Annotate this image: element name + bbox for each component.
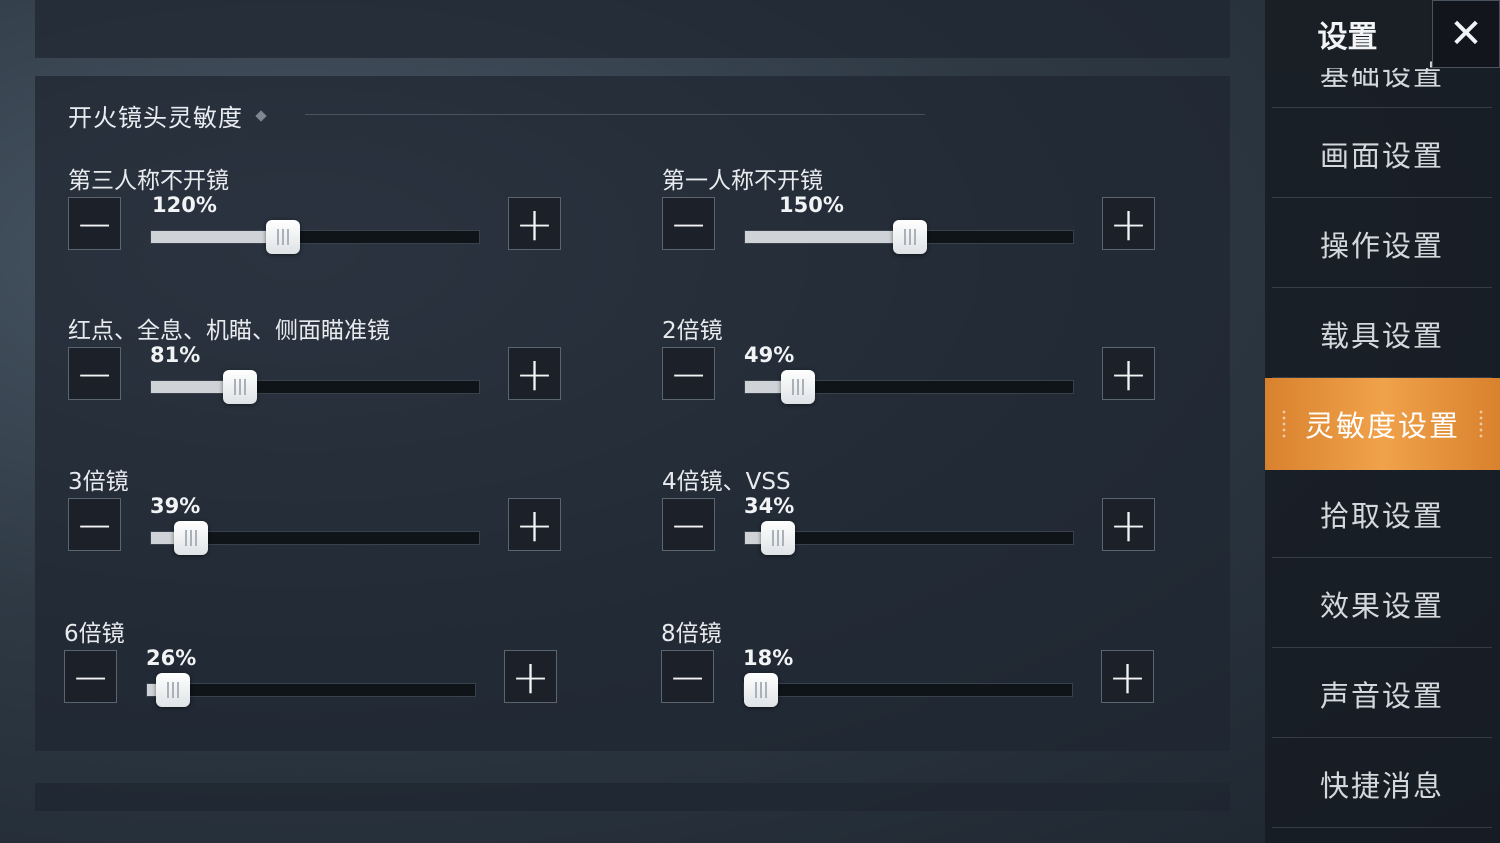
- settings-title: 设置: [1265, 0, 1430, 68]
- slider-thumb[interactable]: [761, 521, 795, 555]
- slider-thumb[interactable]: [893, 220, 927, 254]
- grip-icon: [1478, 409, 1484, 439]
- setting-label: 6倍镜: [64, 621, 125, 647]
- slider-track[interactable]: [744, 521, 1074, 555]
- increase-button[interactable]: +: [508, 197, 561, 250]
- setting-label: 红点、全息、机瞄、侧面瞄准镜: [68, 318, 390, 344]
- setting-red-dot-holo-iron-side: 红点、全息、机瞄、侧面瞄准镜 − 81% +: [68, 311, 568, 431]
- slider-track[interactable]: [146, 673, 476, 707]
- slider-track[interactable]: [743, 673, 1073, 707]
- setting-3x-scope: 3倍镜 − 39% +: [68, 462, 568, 582]
- setting-label: 8倍镜: [661, 621, 722, 647]
- settings-sidebar: 基础设置 设置 ✕ 画面设置 操作设置 载具设置 灵敏度设置 拾取设置 效果设置…: [1265, 0, 1500, 843]
- increase-button[interactable]: +: [1102, 197, 1155, 250]
- setting-label: 3倍镜: [68, 469, 129, 495]
- nav-item-label: 效果设置: [1319, 588, 1444, 623]
- nav-item-controls[interactable]: 操作设置: [1272, 200, 1492, 288]
- nav-item-label: 灵敏度设置: [1304, 409, 1460, 443]
- value-text: 18%: [743, 646, 794, 670]
- setting-4x-scope-vss: 4倍镜、VSS − 34% +: [662, 462, 1162, 582]
- slider-thumb[interactable]: [223, 370, 257, 404]
- decrease-button[interactable]: −: [661, 650, 714, 703]
- increase-button[interactable]: +: [508, 347, 561, 400]
- fire-sensitivity-panel: 开火镜头灵敏度 第三人称不开镜 − 120% + 第一人称不开镜 − 150% …: [35, 76, 1230, 751]
- value-text: 81%: [150, 343, 201, 367]
- value-text: 120%: [152, 193, 217, 217]
- increase-button[interactable]: +: [1102, 347, 1155, 400]
- nav-item-label: 画面设置: [1319, 138, 1444, 173]
- diamond-icon: [255, 109, 267, 122]
- setting-2x-scope: 2倍镜 − 49% +: [662, 311, 1162, 431]
- slider-track[interactable]: [150, 220, 480, 254]
- decrease-button[interactable]: −: [68, 498, 121, 551]
- setting-6x-scope: 6倍镜 − 26% +: [64, 614, 564, 734]
- value-text: 39%: [150, 494, 201, 518]
- nav-item-effects[interactable]: 效果设置: [1272, 560, 1492, 648]
- slider-thumb[interactable]: [174, 521, 208, 555]
- slider-fill: [151, 231, 283, 243]
- slider-thumb[interactable]: [781, 370, 815, 404]
- decrease-button[interactable]: −: [662, 197, 715, 250]
- section-title: 开火镜头灵敏度: [68, 104, 243, 132]
- nav-item-sound[interactable]: 声音设置: [1272, 650, 1492, 738]
- slider-track[interactable]: [744, 370, 1074, 404]
- nav-item-label: 声音设置: [1319, 678, 1444, 713]
- decrease-button[interactable]: −: [662, 347, 715, 400]
- nav-item-vehicle[interactable]: 载具设置: [1272, 290, 1492, 378]
- slider-thumb[interactable]: [266, 220, 300, 254]
- slider-thumb[interactable]: [156, 673, 190, 707]
- value-text: 26%: [146, 646, 197, 670]
- increase-button[interactable]: +: [1102, 498, 1155, 551]
- setting-label: 4倍镜、VSS: [662, 469, 791, 495]
- nav-item-pickup[interactable]: 拾取设置: [1272, 470, 1492, 558]
- decrease-button[interactable]: −: [68, 197, 121, 250]
- slider-track[interactable]: [150, 521, 480, 555]
- setting-first-person-no-scope: 第一人称不开镜 − 150% +: [662, 161, 1162, 281]
- value-text: 150%: [779, 193, 844, 217]
- setting-8x-scope: 8倍镜 − 18% +: [661, 614, 1161, 734]
- nav-item-label: 操作设置: [1319, 228, 1444, 263]
- nav-item-label: 载具设置: [1319, 318, 1444, 353]
- slider-track[interactable]: [150, 370, 480, 404]
- slider-track[interactable]: [744, 220, 1074, 254]
- setting-label: 2倍镜: [662, 318, 723, 344]
- slider-thumb[interactable]: [744, 673, 778, 707]
- nav-item-label: 快捷消息: [1319, 768, 1444, 803]
- nav-item-label: 拾取设置: [1319, 498, 1444, 533]
- section-header: 开火镜头灵敏度: [68, 98, 267, 133]
- decrease-button[interactable]: −: [64, 650, 117, 703]
- increase-button[interactable]: +: [508, 498, 561, 551]
- value-text: 34%: [744, 494, 795, 518]
- previous-settings-panel: [35, 0, 1230, 58]
- value-text: 49%: [744, 343, 795, 367]
- next-settings-panel: [35, 783, 1230, 811]
- increase-button[interactable]: +: [504, 650, 557, 703]
- decrease-button[interactable]: −: [662, 498, 715, 551]
- slider-fill: [745, 231, 910, 243]
- nav-item-graphics[interactable]: 画面设置: [1272, 110, 1492, 198]
- nav-item-quick-messages[interactable]: 快捷消息: [1272, 740, 1492, 828]
- setting-label: 第一人称不开镜: [662, 168, 823, 194]
- setting-label: 第三人称不开镜: [68, 168, 229, 194]
- close-icon[interactable]: ✕: [1432, 0, 1500, 68]
- increase-button[interactable]: +: [1101, 650, 1154, 703]
- section-divider: [305, 114, 925, 115]
- grip-icon: [1281, 409, 1287, 439]
- decrease-button[interactable]: −: [68, 347, 121, 400]
- setting-third-person-no-scope: 第三人称不开镜 − 120% +: [68, 161, 568, 281]
- nav-item-sensitivity[interactable]: 灵敏度设置: [1265, 378, 1500, 470]
